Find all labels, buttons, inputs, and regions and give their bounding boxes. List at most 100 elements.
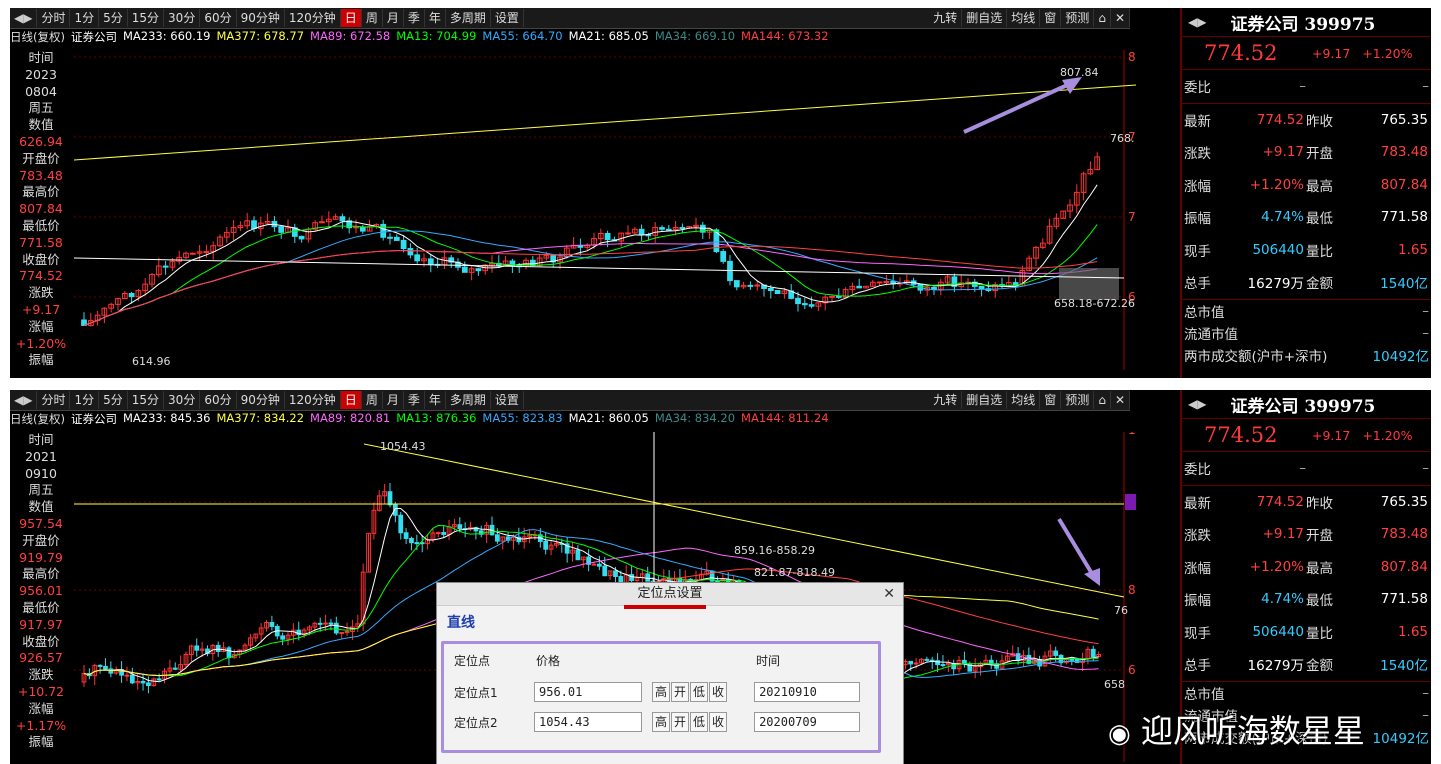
tool-window[interactable]: 窗 (1040, 9, 1062, 27)
dialog-title-bar[interactable]: 定位点设置 ✕ (437, 583, 903, 609)
close-icon[interactable]: ✕ (883, 583, 895, 605)
quote-key: 最新 (1184, 495, 1211, 512)
close-icon[interactable]: ✕ (1111, 9, 1130, 27)
ma-label: 日线(复权) (10, 30, 65, 44)
tab-day[interactable]: 日 (340, 391, 362, 409)
tool-delete-fav[interactable]: 删自选 (962, 391, 1008, 409)
price-row: 774.52 +9.17 +1.20% (1182, 419, 1431, 452)
quote-row: 总手 16279万 金额 1540亿 (1182, 266, 1431, 299)
btn-low[interactable]: 低 (690, 682, 709, 702)
quote-key: 开盘 (1306, 528, 1333, 545)
candle-body (596, 563, 602, 567)
title-underline (624, 605, 706, 609)
tab-day[interactable]: 日 (340, 9, 362, 27)
tool-jiuzhuan[interactable]: 九转 (929, 9, 963, 27)
quote-row: 最新 774.52 昨收 765.35 (1182, 486, 1431, 519)
range-label: 658.18-672.26 (1054, 297, 1135, 310)
quote-value: 774.52 (1256, 111, 1304, 128)
stock-title: 证券公司 399975 (1230, 14, 1376, 35)
weibi-label: 委比 (1184, 80, 1211, 97)
candle-body (403, 532, 409, 539)
tab-9[interactable]: 周 (362, 9, 383, 27)
ma-value: MA89: 820.81 (310, 411, 391, 425)
candle-body (409, 537, 414, 544)
highlight-box (1059, 268, 1119, 300)
tab-13[interactable]: 多周期 (446, 391, 491, 409)
point1-time-input[interactable]: 20210910 (754, 682, 861, 702)
chart-window-top: ◀▶ 分时 1分 5分 15分 30分 60分 90分钟 120分钟 日 周 月… (10, 8, 1431, 378)
btn-low[interactable]: 低 (690, 712, 709, 732)
col-price: 价格 (536, 654, 561, 668)
btn-open[interactable]: 开 (671, 712, 690, 732)
btn-open[interactable]: 开 (671, 682, 690, 702)
candle-body (194, 645, 200, 651)
info-label: 涨跌 (28, 667, 54, 683)
tab-2[interactable]: 5分 (99, 9, 128, 27)
tab-0[interactable]: 分时 (37, 391, 71, 409)
arrow-icon[interactable]: ◀▶ (1188, 15, 1206, 29)
tab-4[interactable]: 30分 (164, 391, 201, 409)
tab-3[interactable]: 15分 (128, 391, 165, 409)
market-cap-value: – (1422, 302, 1429, 319)
home-icon[interactable]: ⌂ (1094, 9, 1111, 27)
tab-10[interactable]: 月 (383, 391, 404, 409)
candle-body (323, 622, 328, 625)
weibi-row: 委比 – – (1182, 70, 1431, 103)
btn-high[interactable]: 高 (652, 712, 671, 732)
point2-time-input[interactable]: 20200709 (754, 712, 861, 732)
btn-high[interactable]: 高 (652, 682, 671, 702)
btn-close[interactable]: 收 (709, 682, 728, 702)
arrow-left-icon[interactable]: ◀▶ (10, 391, 38, 409)
info-label: 2023 (25, 66, 57, 82)
tab-13[interactable]: 多周期 (446, 9, 491, 27)
anchor-dialog[interactable]: 定位点设置 ✕ 直线 定位点 价格 时间 定位点1 956.01 高 开 低 收… (436, 582, 904, 764)
info-label: 数值 (28, 117, 54, 133)
quote-value: 4.74% (1261, 591, 1304, 608)
y-tick-label: 711.7 (1128, 210, 1136, 224)
tab-12[interactable]: 年 (425, 9, 446, 27)
tab-11[interactable]: 季 (404, 9, 425, 27)
tab-5[interactable]: 60分 (200, 391, 237, 409)
point1-price-input[interactable]: 956.01 (534, 682, 642, 702)
tool-ma[interactable]: 均线 (1007, 391, 1041, 409)
close-icon[interactable]: ✕ (1111, 391, 1130, 409)
home-icon[interactable]: ⌂ (1094, 391, 1111, 409)
info-label: 涨跌 (28, 285, 54, 301)
tab-6[interactable]: 90分钟 (237, 391, 285, 409)
tool-forecast[interactable]: 预测 (1061, 391, 1095, 409)
tab-11[interactable]: 季 (404, 391, 425, 409)
tab-3[interactable]: 15分 (128, 9, 165, 27)
tab-4[interactable]: 30分 (164, 9, 201, 27)
tab-0[interactable]: 分时 (37, 9, 71, 27)
tab-7[interactable]: 120分钟 (285, 9, 341, 27)
candle-body (333, 622, 339, 634)
tab-2[interactable]: 5分 (99, 391, 128, 409)
tab-10[interactable]: 月 (383, 9, 404, 27)
tab-settings[interactable]: 设置 (491, 9, 524, 27)
price-change: +9.17 (1312, 427, 1351, 443)
candle-body (353, 226, 359, 229)
kline-chart-top[interactable]: 818.6765.1711.7658.3807.84614.96658.18-6… (74, 50, 1136, 370)
candle-body (226, 647, 232, 659)
tab-12[interactable]: 年 (425, 391, 446, 409)
tab-6[interactable]: 90分钟 (237, 9, 285, 27)
tab-1[interactable]: 1分 (70, 9, 100, 27)
tool-jiuzhuan[interactable]: 九转 (929, 391, 963, 409)
info-label: 振幅 (28, 734, 54, 750)
candle-body (269, 622, 275, 627)
tab-9[interactable]: 周 (362, 391, 383, 409)
candle-body (108, 668, 114, 674)
arrow-icon[interactable]: ◀▶ (1188, 397, 1206, 411)
arrow-left-icon[interactable]: ◀▶ (10, 9, 38, 27)
point2-price-input[interactable]: 1054.43 (534, 712, 642, 732)
tab-settings[interactable]: 设置 (491, 391, 524, 409)
btn-close[interactable]: 收 (709, 712, 728, 732)
tool-forecast[interactable]: 预测 (1061, 9, 1095, 27)
tool-delete-fav[interactable]: 删自选 (962, 9, 1008, 27)
candle-body (679, 227, 686, 230)
tab-7[interactable]: 120分钟 (285, 391, 341, 409)
tool-ma[interactable]: 均线 (1007, 9, 1041, 27)
tool-window[interactable]: 窗 (1040, 391, 1062, 409)
tab-5[interactable]: 60分 (200, 9, 237, 27)
tab-1[interactable]: 1分 (70, 391, 100, 409)
